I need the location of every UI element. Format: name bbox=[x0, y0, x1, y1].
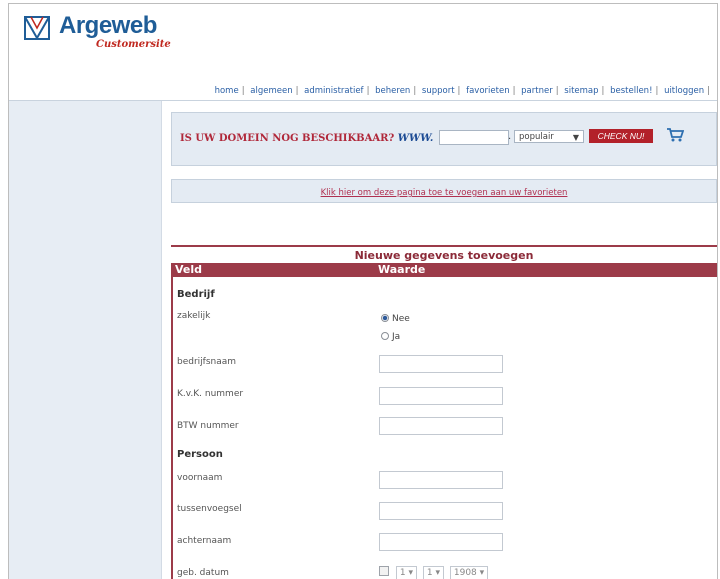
form-top-rule bbox=[171, 245, 717, 247]
domain-dot: . bbox=[508, 131, 512, 142]
label-geb-datum: geb. datum bbox=[177, 568, 229, 578]
label-voornaam: voornaam bbox=[177, 473, 223, 483]
left-sidebar bbox=[9, 101, 162, 579]
radio-ja[interactable]: Ja bbox=[381, 332, 400, 342]
col-value-header: Waarde bbox=[378, 263, 426, 276]
nav-bestellen[interactable]: bestellen! bbox=[610, 86, 652, 96]
top-navigation: home | algemeen | administratief | beheren |… bbox=[214, 86, 710, 96]
domain-question: IS UW DOMEIN NOG BESCHIKBAAR? WWW. bbox=[180, 133, 434, 144]
voornaam-field[interactable] bbox=[379, 471, 503, 489]
tld-select[interactable]: populair ▼ bbox=[514, 130, 584, 143]
day-select[interactable]: 1 ▾ bbox=[395, 566, 417, 579]
brand-name: Argeweb bbox=[59, 12, 157, 39]
nav-home[interactable]: home bbox=[215, 86, 239, 96]
label-tussenvoegsel: tussenvoegsel bbox=[177, 504, 242, 514]
bedrijfsnaam-field[interactable] bbox=[379, 355, 503, 373]
page-frame: Argeweb Customersite home | algemeen | adm… bbox=[8, 3, 718, 579]
label-kvk: K.v.K. nummer bbox=[177, 389, 244, 399]
tussenvoegsel-field[interactable] bbox=[379, 502, 503, 520]
add-to-favorites-link[interactable]: Klik hier om deze pagina toe te voegen a… bbox=[321, 188, 568, 198]
year-select[interactable]: 1908 ▾ bbox=[449, 566, 489, 579]
www-prefix: WWW. bbox=[397, 133, 434, 144]
label-achternaam: achternaam bbox=[177, 536, 232, 546]
col-field-header: Veld bbox=[175, 263, 203, 276]
favorites-panel: Klik hier om deze pagina toe te voegen a… bbox=[171, 179, 717, 203]
form-title: Nieuwe gegevens toevoegen bbox=[354, 249, 534, 262]
label-zakelijk: zakelijk bbox=[177, 311, 211, 321]
cart-icon[interactable] bbox=[666, 127, 684, 143]
achternaam-field[interactable] bbox=[379, 533, 503, 551]
kvk-field[interactable] bbox=[379, 387, 503, 405]
month-select[interactable]: 1 ▾ bbox=[422, 566, 444, 579]
form-header-row: Veld Waarde bbox=[173, 263, 717, 277]
brand-subtitle: Customersite bbox=[96, 39, 171, 50]
section-company: Bedrijf bbox=[177, 289, 215, 300]
nav-favorieten[interactable]: favorieten bbox=[466, 86, 509, 96]
nav-partner[interactable]: partner bbox=[521, 86, 553, 96]
nav-support[interactable]: support bbox=[422, 86, 455, 96]
nav-sitemap[interactable]: sitemap bbox=[564, 86, 598, 96]
label-btw: BTW nummer bbox=[177, 421, 239, 431]
check-now-button[interactable]: CHECK NU! bbox=[589, 129, 653, 143]
domain-check-panel: IS UW DOMEIN NOG BESCHIKBAAR? WWW. . pop… bbox=[171, 112, 717, 166]
nav-algemeen[interactable]: algemeen bbox=[250, 86, 292, 96]
radio-nee[interactable]: Nee bbox=[381, 314, 410, 324]
nav-beheren[interactable]: beheren bbox=[375, 86, 410, 96]
section-person: Persoon bbox=[177, 449, 223, 460]
btw-field[interactable] bbox=[379, 417, 503, 435]
label-bedrijfsnaam: bedrijfsnaam bbox=[177, 357, 237, 367]
domain-input[interactable] bbox=[439, 130, 509, 145]
nav-administratief[interactable]: administratief bbox=[304, 86, 363, 96]
new-data-form: Veld Waarde Bedrijf zakelijk Nee Ja bedr… bbox=[171, 263, 717, 579]
dropdown-arrow-icon: ▼ bbox=[572, 133, 579, 142]
logo-icon bbox=[24, 16, 50, 41]
birthdate-checkbox[interactable] bbox=[379, 566, 389, 576]
birthdate-control: 1 ▾ 1 ▾ 1908 ▾ bbox=[379, 566, 491, 579]
nav-uitloggen[interactable]: uitloggen bbox=[664, 86, 704, 96]
